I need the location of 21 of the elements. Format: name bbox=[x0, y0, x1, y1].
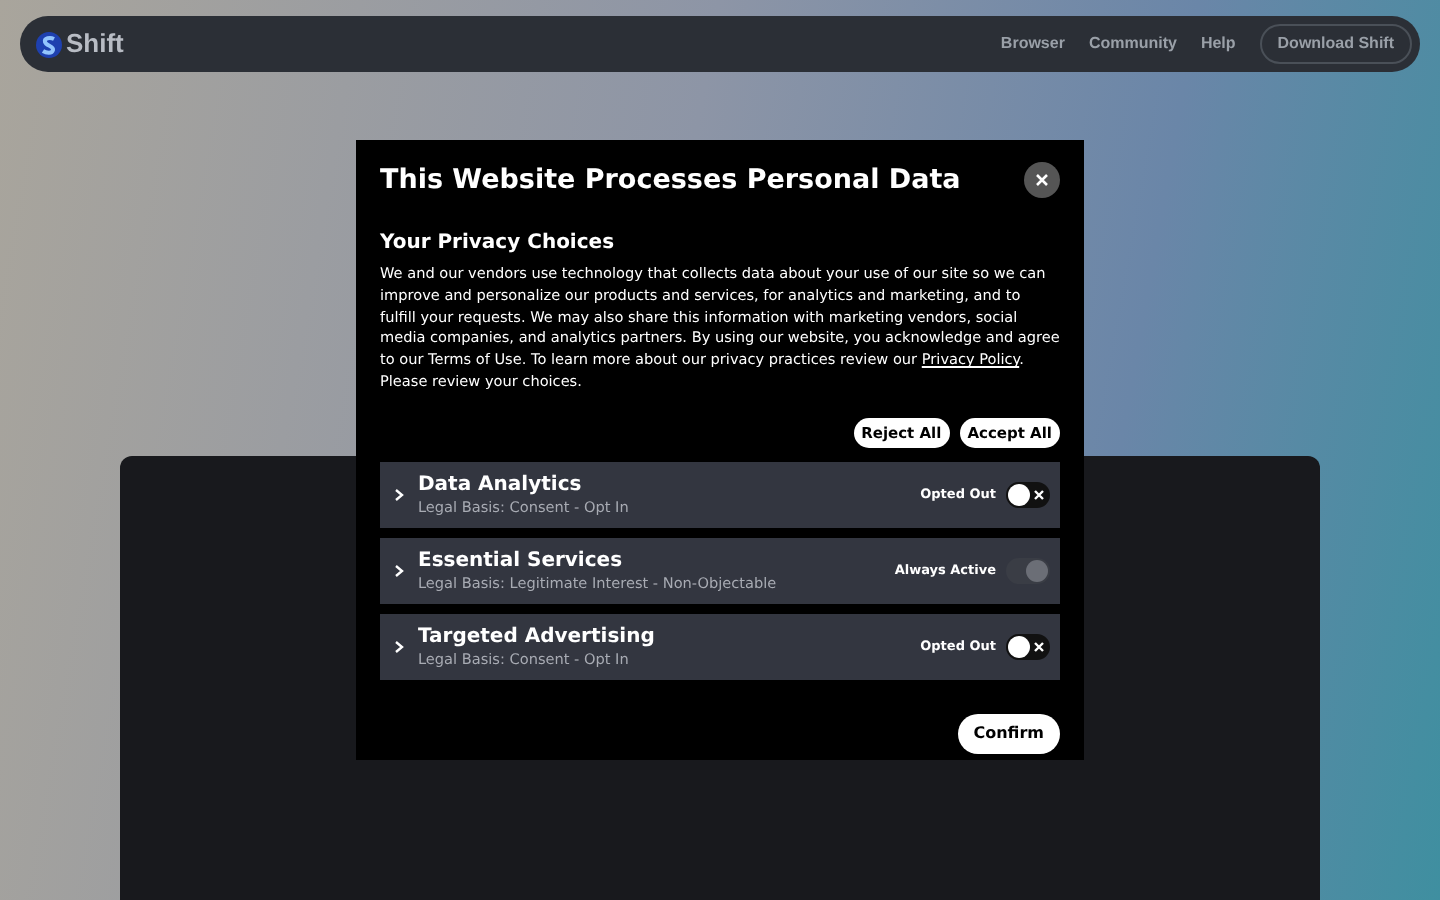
nav-link[interactable]: Browser bbox=[1000, 32, 1065, 56]
category-title: Essential Services bbox=[418, 549, 625, 574]
cross-icon bbox=[1034, 642, 1044, 653]
nav-link[interactable]: Community bbox=[1088, 32, 1177, 56]
cross-icon bbox=[1034, 490, 1044, 501]
nav-link[interactable]: Help bbox=[1200, 32, 1236, 56]
category-title: Data Analytics bbox=[418, 473, 584, 498]
confirm-button[interactable]: Confirm bbox=[957, 714, 1060, 755]
chevron-icon bbox=[394, 640, 404, 655]
toggle-switch[interactable] bbox=[1006, 482, 1050, 509]
chevron-icon bbox=[394, 488, 404, 503]
brand-name: Shift bbox=[66, 26, 124, 63]
download-button[interactable]: Download Shift bbox=[1259, 24, 1412, 64]
dialog-title: This Website Processes Personal Data bbox=[380, 162, 961, 200]
toggle-switch[interactable] bbox=[1006, 634, 1050, 661]
chevron-icon bbox=[394, 564, 404, 579]
category-title: Targeted Advertising bbox=[418, 625, 657, 650]
section-heading: Your Privacy Choices bbox=[380, 230, 617, 259]
close-button[interactable] bbox=[1024, 162, 1060, 199]
logo-icon bbox=[36, 31, 62, 57]
close-icon bbox=[1036, 174, 1048, 187]
